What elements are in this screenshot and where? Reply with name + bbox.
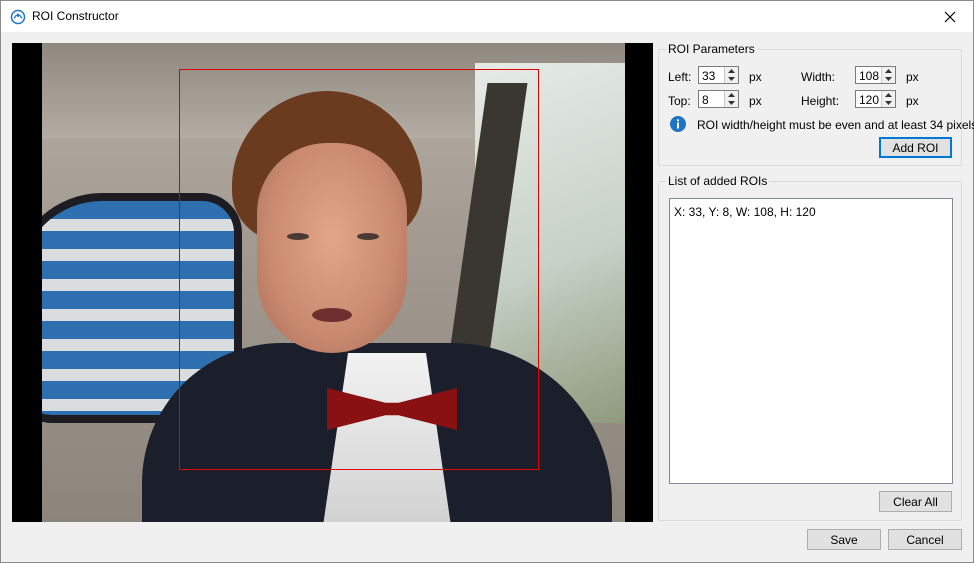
width-increment-button[interactable]: [882, 67, 895, 75]
top-value: 8: [702, 93, 709, 107]
clear-all-button[interactable]: Clear All: [879, 491, 952, 512]
window-title: ROI Constructor: [32, 9, 119, 23]
close-icon: [944, 11, 956, 22]
height-value: 120: [859, 93, 880, 107]
height-decrement-button[interactable]: [882, 99, 895, 107]
roi-rectangle[interactable]: [179, 69, 539, 470]
title-bar[interactable]: ROI Constructor: [1, 1, 973, 32]
left-increment-button[interactable]: [725, 67, 738, 75]
cancel-button[interactable]: Cancel: [888, 529, 962, 550]
spin-down-icon: [885, 101, 892, 105]
spin-down-icon: [728, 77, 735, 81]
spin-up-icon: [728, 69, 735, 73]
roi-constructor-window: ROI Constructor ROI Parameters Left: 33 …: [0, 0, 974, 563]
roi-list-title: List of added ROIs: [666, 174, 770, 188]
height-label: Height:: [801, 94, 840, 108]
left-decrement-button[interactable]: [725, 75, 738, 83]
width-spinbox[interactable]: 108: [855, 66, 896, 84]
roi-list-group: List of added ROIs X: 33, Y: 8, W: 108, …: [658, 174, 962, 521]
video-frame: [42, 43, 625, 522]
left-spinbox[interactable]: 33: [698, 66, 739, 84]
spin-up-icon: [728, 93, 735, 97]
height-increment-button[interactable]: [882, 91, 895, 99]
info-icon: [670, 116, 686, 132]
left-label: Left:: [668, 70, 692, 84]
roi-parameters-title: ROI Parameters: [666, 42, 757, 56]
width-label: Width:: [801, 70, 836, 84]
left-value: 33: [702, 69, 716, 83]
add-roi-button[interactable]: Add ROI: [879, 137, 952, 158]
height-spinbox[interactable]: 120: [855, 90, 896, 108]
top-label: Top:: [668, 94, 691, 108]
top-increment-button[interactable]: [725, 91, 738, 99]
spin-up-icon: [885, 93, 892, 97]
top-unit: px: [749, 94, 762, 108]
roi-constraint-hint: ROI width/height must be even and at lea…: [697, 118, 974, 132]
spin-up-icon: [885, 69, 892, 73]
height-unit: px: [906, 94, 919, 108]
close-button[interactable]: [927, 1, 973, 32]
save-button[interactable]: Save: [807, 529, 881, 550]
width-decrement-button[interactable]: [882, 75, 895, 83]
width-unit: px: [906, 70, 919, 84]
top-spinbox[interactable]: 8: [698, 90, 739, 108]
spin-down-icon: [728, 101, 735, 105]
width-value: 108: [859, 69, 880, 83]
video-preview[interactable]: [12, 43, 653, 522]
roi-listbox[interactable]: X: 33, Y: 8, W: 108, H: 120: [669, 198, 953, 484]
top-decrement-button[interactable]: [725, 99, 738, 107]
roi-list-item[interactable]: X: 33, Y: 8, W: 108, H: 120: [674, 205, 816, 219]
roi-parameters-group: ROI Parameters Left: 33 px Width: 108 px…: [658, 42, 974, 166]
roi-constructor-app-icon: [10, 9, 26, 25]
left-unit: px: [749, 70, 762, 84]
spin-down-icon: [885, 77, 892, 81]
